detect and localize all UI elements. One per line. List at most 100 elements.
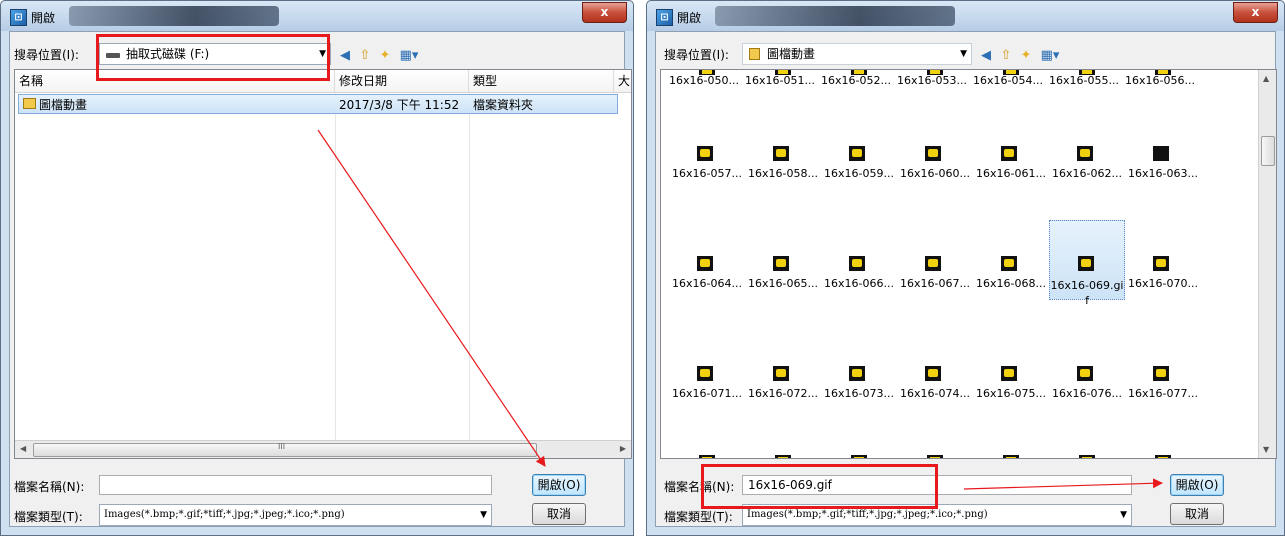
filename-input[interactable] [99,475,492,495]
open-button[interactable]: 開啟(O) [1170,474,1224,496]
view-menu-icon[interactable]: ▦▾ [397,48,421,64]
title-redaction [715,6,955,26]
up-folder-icon[interactable]: ⇧ [998,48,1014,64]
file-thumbnail[interactable]: 16x16-074... [897,330,973,410]
file-list[interactable]: 名稱 修改日期 類型 大 圖檔動畫 2017/3/8 下午 11:52 檔案資料… [14,69,632,459]
column-date[interactable]: 修改日期 [335,70,469,93]
file-thumbnail[interactable]: 16x16-061... [973,110,1049,190]
title-bar[interactable]: ⊡ 開啟 x [1,1,633,31]
highlight-box-location [96,34,330,81]
open-button[interactable]: 開啟(O) [532,474,586,496]
image-icon [925,146,941,161]
file-thumbnail[interactable]: 16x16-072... [745,330,821,410]
cancel-button[interactable]: 取消 [1170,503,1224,525]
file-caption[interactable]: 16x16-052... [821,74,891,87]
file-thumbnail[interactable]: 16x16-073... [821,330,897,410]
highlight-box-filename [701,464,938,509]
file-caption[interactable]: 16x16-051... [745,74,815,87]
filetype-select[interactable]: Images(*.bmp;*.gif;*tiff;*.jpg;*.jpeg;*.… [99,504,492,526]
file-thumbnail[interactable]: 16x16-067... [897,220,973,300]
back-icon[interactable]: ◀ [337,48,353,64]
file-caption[interactable]: 16x16-055... [1049,74,1119,87]
thumbnail-icon [927,455,943,458]
lookin-combo[interactable]: 圖檔動畫 ▼ [742,43,972,65]
right-open-dialog: ⊡ 開啟 x 搜尋位置(I): 圖檔動畫 ▼ ◀ ⇧ ✦ ▦▾ 16x16-05… [646,0,1285,536]
chevron-down-icon[interactable]: ▼ [1120,505,1127,525]
dialog-title: 開啟 [31,11,56,25]
column-divider [335,93,336,440]
scrollbar-thumb[interactable]: III [33,442,537,457]
file-caption: 16x16-058... [748,167,818,180]
file-caption: 16x16-061... [976,167,1046,180]
vertical-scrollbar[interactable]: ▲ ▼ [1258,70,1276,458]
row-date: 2017/3/8 下午 11:52 [339,98,460,112]
file-thumbnail[interactable]: 16x16-076... [1049,330,1125,410]
file-caption[interactable]: 16x16-053... [897,74,967,87]
chevron-down-icon[interactable]: ▼ [960,44,967,64]
folder-icon [23,98,36,109]
new-folder-icon[interactable]: ✦ [1018,48,1034,64]
file-thumbnail[interactable]: 16x16-064... [669,220,745,300]
file-thumbnail[interactable]: 16x16-060... [897,110,973,190]
scroll-down-icon[interactable]: ▼ [1263,445,1269,454]
filename-label: 檔案名稱(N): [14,480,85,494]
title-bar[interactable]: ⊡ 開啟 x [647,1,1284,31]
back-icon[interactable]: ◀ [978,48,994,64]
image-icon [1153,256,1169,271]
image-icon [773,366,789,381]
cancel-button[interactable]: 取消 [532,503,586,525]
new-folder-icon[interactable]: ✦ [377,48,393,64]
file-caption: 16x16-069.gif [1050,279,1124,307]
file-thumbnail[interactable]: 16x16-075... [973,330,1049,410]
file-thumbnail[interactable]: 16x16-057... [669,110,745,190]
file-caption: 16x16-065... [748,277,818,290]
image-icon [697,256,713,271]
horizontal-scrollbar[interactable]: ◀ III ▶ [15,440,631,458]
scrollbar-thumb[interactable] [1261,136,1275,166]
thumbnail-icon [775,455,791,458]
image-icon [1153,146,1169,161]
file-thumbnail[interactable]: 16x16-066... [821,220,897,300]
chevron-down-icon[interactable]: ▼ [480,505,487,525]
file-caption[interactable]: 16x16-056... [1125,74,1195,87]
dialog-body: 搜尋位置(I): 圖檔動畫 ▼ ◀ ⇧ ✦ ▦▾ 16x16-050... 16… [655,31,1277,527]
file-thumbnail[interactable]: 16x16-062... [1049,110,1125,190]
file-caption[interactable]: 16x16-050... [669,74,739,87]
file-thumbnail[interactable]: 16x16-065... [745,220,821,300]
thumbnail-icon [699,455,715,458]
file-caption: 16x16-059... [824,167,894,180]
column-size[interactable]: 大 [614,70,631,93]
divider [634,0,646,536]
file-thumbnail[interactable]: 16x16-077... [1125,330,1201,410]
view-menu-icon[interactable]: ▦▾ [1038,48,1062,64]
file-thumbnail[interactable]: 16x16-063... [1125,110,1201,190]
close-button[interactable]: x [1233,2,1278,23]
scroll-up-icon[interactable]: ▲ [1263,74,1269,83]
file-thumbnail[interactable]: 16x16-058... [745,110,821,190]
close-button[interactable]: x [582,2,627,23]
file-caption: 16x16-060... [900,167,970,180]
app-icon: ⊡ [656,9,673,26]
file-caption: 16x16-057... [672,167,742,180]
file-thumbnail[interactable]: 16x16-071... [669,330,745,410]
file-caption: 16x16-067... [900,277,970,290]
column-type[interactable]: 類型 [469,70,614,93]
file-caption: 16x16-077... [1128,387,1198,400]
filetype-label: 檔案類型(T): [664,510,733,524]
file-caption: 16x16-066... [824,277,894,290]
file-thumbnail[interactable]: 16x16-070... [1125,220,1201,300]
file-thumbnail[interactable]: 16x16-068... [973,220,1049,300]
scroll-left-icon[interactable]: ◀ [20,444,26,453]
thumbnail-icon [1003,455,1019,458]
scroll-right-icon[interactable]: ▶ [620,444,626,453]
file-caption: 16x16-074... [900,387,970,400]
up-folder-icon[interactable]: ⇧ [357,48,373,64]
thumbnail-view[interactable]: 16x16-050... 16x16-051... 16x16-052... 1… [660,69,1277,459]
file-thumbnail-selected[interactable]: 16x16-069.gif [1049,220,1125,307]
image-icon [849,146,865,161]
file-caption[interactable]: 16x16-054... [973,74,1043,87]
image-icon [925,256,941,271]
thumbnail-icon [1079,455,1095,458]
file-caption: 16x16-063... [1128,167,1198,180]
file-thumbnail[interactable]: 16x16-059... [821,110,897,190]
